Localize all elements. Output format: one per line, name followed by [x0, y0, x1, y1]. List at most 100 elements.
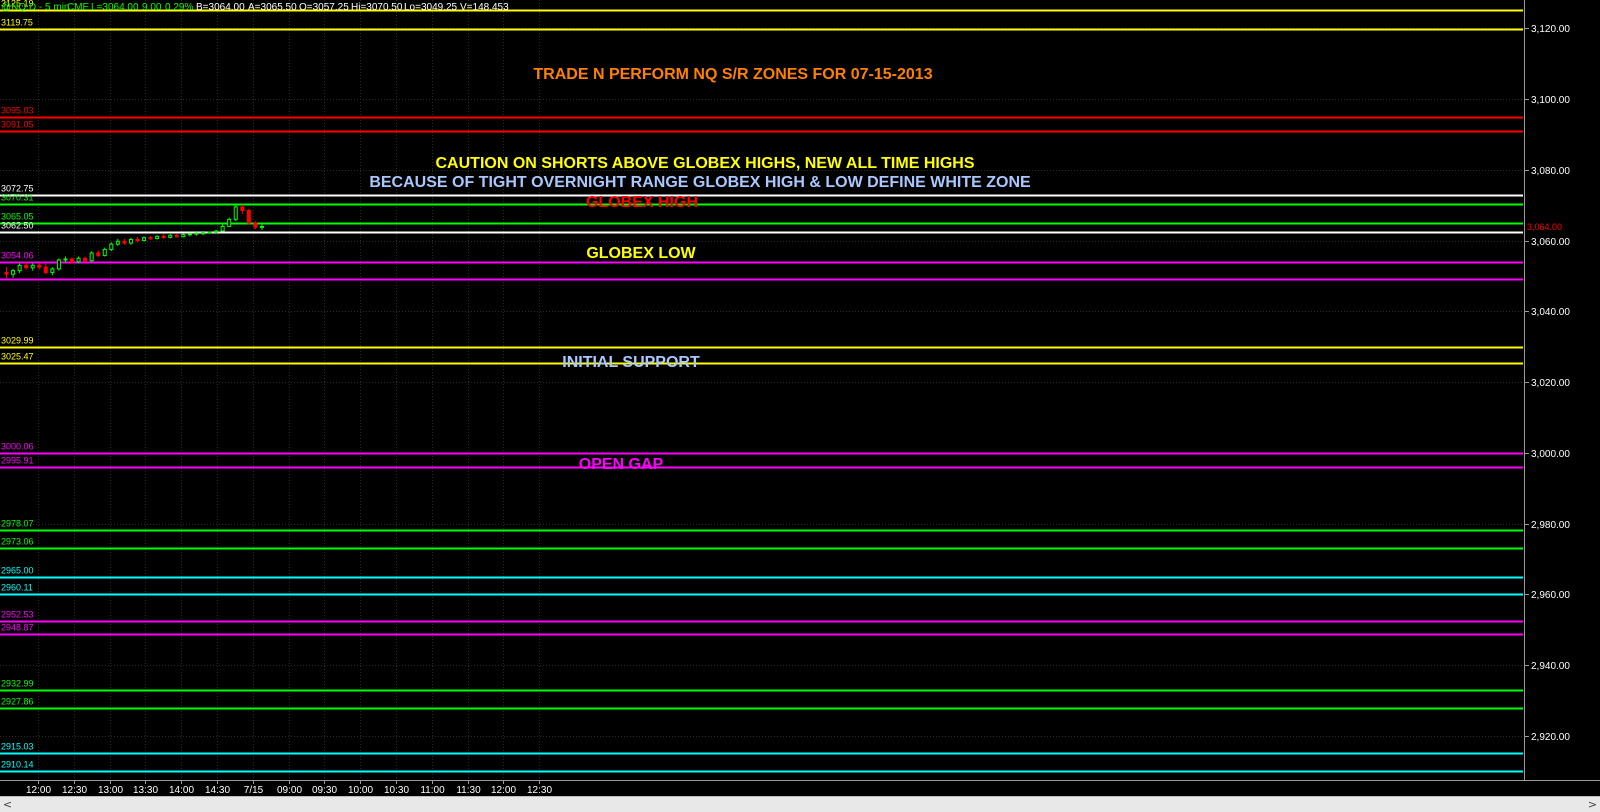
candle — [50, 267, 55, 276]
candle-body — [11, 270, 16, 275]
candle-body — [50, 268, 55, 273]
candle — [96, 250, 101, 258]
header-bid: B=3064.00 — [196, 2, 245, 13]
x-tick-label: 09:30 — [312, 785, 337, 796]
candle-body — [30, 264, 35, 269]
candle — [30, 263, 35, 271]
candles — [4, 203, 264, 279]
sr-level-label: 2927.86 — [1, 697, 34, 707]
candle — [4, 267, 9, 279]
sr-level-label: 2910.14 — [1, 760, 34, 770]
x-tick-label: 14:00 — [169, 785, 194, 796]
candle — [128, 237, 133, 245]
sr-level-label: 2932.99 — [1, 679, 34, 689]
x-tick-label: 13:30 — [133, 785, 158, 796]
candle — [109, 242, 114, 252]
candle — [102, 247, 107, 257]
sr-level-label: 3025.47 — [1, 352, 34, 362]
last-price-label: 3,064.00 — [1527, 222, 1562, 232]
candle — [89, 251, 94, 262]
candle — [11, 268, 16, 278]
price-chart[interactable]: 3125.193119.753095.033091.053072.753070.… — [0, 0, 1600, 796]
header-change: 9.00 — [142, 2, 162, 13]
x-tick-label: 12:00 — [26, 785, 51, 796]
header-low: Lo=3049.25 — [404, 2, 458, 13]
candle-body — [214, 230, 219, 233]
candle-body — [109, 243, 114, 250]
header-open: O=3057.25 — [299, 2, 349, 13]
candle-body — [115, 240, 120, 245]
annotation-white-zone: BECAUSE OF TIGHT OVERNIGHT RANGE GLOBEX … — [369, 174, 1031, 191]
candle-body — [43, 266, 48, 273]
candle-body — [194, 232, 199, 235]
candle-body — [37, 264, 42, 268]
candle — [83, 256, 88, 262]
horizontal-scrollbar[interactable]: < > — [0, 796, 1600, 812]
candle — [194, 232, 199, 236]
sr-level-label: 2948.87 — [1, 623, 34, 633]
sr-level-label: 3062.50 — [1, 221, 34, 231]
y-tick-label: 3,080.00 — [1531, 166, 1570, 177]
candle-body — [24, 264, 29, 269]
level-labels: 3125.193119.753095.033091.053072.753070.… — [1, 0, 34, 770]
y-tick-label: 2,920.00 — [1531, 732, 1570, 743]
sr-level-label: 3054.06 — [1, 251, 34, 261]
candle-body — [233, 206, 238, 220]
annotation-title: TRADE N PERFORM NQ S/R ZONES FOR 07-15-2… — [533, 66, 932, 83]
x-tick-label: 7/15 — [244, 785, 264, 796]
sr-level-label: 3029.99 — [1, 336, 34, 346]
candle-body — [4, 271, 9, 275]
sr-level-label: 2915.03 — [1, 742, 34, 752]
candle-body — [174, 234, 179, 238]
candle-body — [201, 232, 205, 235]
candle — [17, 263, 22, 274]
header-high: Hi=3070.50 — [351, 2, 403, 13]
sr-level-label: 2973.06 — [1, 537, 34, 547]
candle — [207, 231, 212, 234]
scroll-left-arrow-icon[interactable]: < — [0, 797, 15, 812]
y-tick-label: 3,060.00 — [1531, 237, 1570, 248]
x-tick-label: 11:30 — [456, 785, 481, 796]
candle-body — [63, 258, 68, 261]
sr-level-label: 3070.31 — [1, 193, 34, 203]
x-tick-label: 13:00 — [98, 785, 123, 796]
candle — [43, 263, 48, 275]
scroll-right-arrow-icon[interactable]: > — [1585, 797, 1600, 812]
candle-body — [102, 248, 107, 256]
y-tick-label: 2,960.00 — [1531, 590, 1570, 601]
candle-body — [253, 222, 258, 228]
sr-level-label: 3119.75 — [1, 18, 33, 28]
candle-body — [187, 233, 192, 236]
candle — [233, 203, 238, 222]
quote-header: @NQ.D - 5 min CME L=3064.00 9.00 0.29% B… — [1, 2, 509, 13]
candle-body — [181, 234, 186, 238]
candle-body — [220, 225, 225, 232]
x-tick-label: 14:30 — [205, 785, 230, 796]
y-tick-label: 3,040.00 — [1531, 307, 1570, 318]
candle-body — [128, 239, 133, 244]
candle-body — [259, 225, 264, 228]
candle-body — [135, 239, 140, 242]
y-tick-label: 2,980.00 — [1531, 520, 1570, 531]
candle-body — [56, 259, 61, 270]
annotation-caution: CAUTION ON SHORTS ABOVE GLOBEX HIGHS, NE… — [436, 155, 975, 172]
candle-body — [96, 252, 101, 256]
candle-body — [227, 218, 232, 227]
candle-body — [142, 237, 147, 242]
y-tick-label: 3,000.00 — [1531, 449, 1570, 460]
x-tick-label: 09:00 — [277, 785, 302, 796]
time-axis: 12:00 12:30 13:00 13:30 14:00 14:30 7/15 09:00 0… — [26, 780, 552, 796]
header-symbol: @NQ.D - 5 min — [1, 2, 70, 13]
candle — [259, 224, 264, 230]
x-tick-label: 12:30 — [527, 785, 552, 796]
x-tick-label: 11:00 — [420, 785, 445, 796]
sr-level-label: 2965.00 — [1, 566, 34, 576]
candle — [246, 208, 251, 225]
candle — [240, 204, 245, 215]
candle-body — [83, 257, 88, 262]
y-tick-label: 3,120.00 — [1531, 24, 1570, 35]
x-tick-label: 10:30 — [384, 785, 409, 796]
sr-level-label: 2960.11 — [1, 583, 33, 593]
annotation-globex-low: GLOBEX LOW — [586, 245, 696, 262]
candle-body — [76, 257, 81, 263]
